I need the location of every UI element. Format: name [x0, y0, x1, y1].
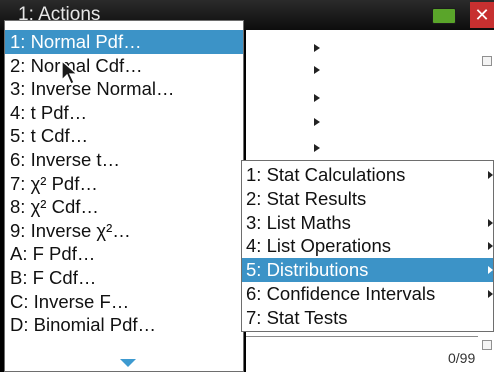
- submenu-arrow-icon: [488, 290, 493, 298]
- mouse-pointer-icon: [61, 60, 79, 85]
- close-icon[interactable]: ✕: [470, 2, 494, 28]
- distribution-item[interactable]: 1: Normal Pdf…: [5, 30, 243, 54]
- distribution-item[interactable]: 5: t Cdf…: [5, 124, 243, 148]
- stat-menu-item[interactable]: 6: Confidence Intervals: [242, 282, 493, 306]
- battery-icon: [432, 8, 456, 24]
- distributions-menu: 1: Normal Pdf… 2: Normal Cdf… 3: Inverse N…: [4, 20, 244, 372]
- submenu-arrow-icon: [314, 144, 320, 152]
- scroll-up-icon[interactable]: [482, 56, 492, 66]
- stat-menu-item-label: 2: Stat Results: [246, 187, 367, 209]
- distribution-item[interactable]: D: Binomial Pdf…: [5, 313, 243, 337]
- distribution-item[interactable]: C: Inverse F…: [5, 290, 243, 314]
- submenu-arrow-icon: [488, 266, 493, 275]
- entry-line: [246, 336, 478, 337]
- stat-menu-item[interactable]: 4: List Operations: [242, 234, 493, 258]
- stat-menu-item-label: 1: Stat Calculations: [246, 164, 406, 185]
- distribution-item[interactable]: A: F Pdf…: [5, 242, 243, 266]
- stat-menu-item-label: 7: Stat Tests: [246, 306, 348, 328]
- scroll-down-icon[interactable]: [482, 340, 492, 350]
- distribution-item[interactable]: 7: χ² Pdf…: [5, 172, 243, 196]
- history-counter: 0/99: [448, 350, 476, 366]
- stat-menu-item[interactable]: 7: Stat Tests: [242, 306, 493, 330]
- distribution-item[interactable]: 3: Inverse Normal…: [5, 77, 243, 101]
- stat-menu-item-label: 6: Confidence Intervals: [246, 283, 436, 304]
- submenu-arrow-icon: [314, 94, 320, 102]
- scroll-down-arrow-icon[interactable]: [120, 359, 136, 367]
- distribution-item[interactable]: 6: Inverse t…: [5, 148, 243, 172]
- distribution-item[interactable]: 8: χ² Cdf…: [5, 195, 243, 219]
- submenu-arrow-icon: [488, 242, 493, 251]
- distribution-item[interactable]: 2: Normal Cdf…: [5, 54, 243, 78]
- submenu-arrow-icon: [488, 218, 493, 227]
- stat-menu-item[interactable]: 2: Stat Results: [242, 187, 493, 211]
- distribution-item[interactable]: 4: t Pdf…: [5, 101, 243, 125]
- distribution-item[interactable]: B: F Cdf…: [5, 266, 243, 290]
- submenu-arrow-icon: [488, 171, 493, 179]
- stat-menu-item[interactable]: 3: List Maths: [242, 211, 493, 235]
- stat-menu-item[interactable]: 5: Distributions: [242, 258, 493, 282]
- submenu-arrow-icon: [314, 118, 320, 126]
- statistics-menu: 1: Stat Calculations 2: Stat Results 3: Li…: [241, 160, 494, 332]
- stat-menu-item[interactable]: 1: Stat Calculations: [242, 163, 493, 187]
- submenu-arrow-icon: [314, 66, 320, 74]
- submenu-arrow-icon: [314, 44, 320, 52]
- stat-menu-item-label: 4: List Operations: [246, 235, 391, 257]
- stat-menu-item-label: 3: List Maths: [246, 211, 351, 233]
- distribution-item[interactable]: 9: Inverse χ²…: [5, 219, 243, 243]
- stat-menu-item-label: 5: Distributions: [246, 259, 369, 281]
